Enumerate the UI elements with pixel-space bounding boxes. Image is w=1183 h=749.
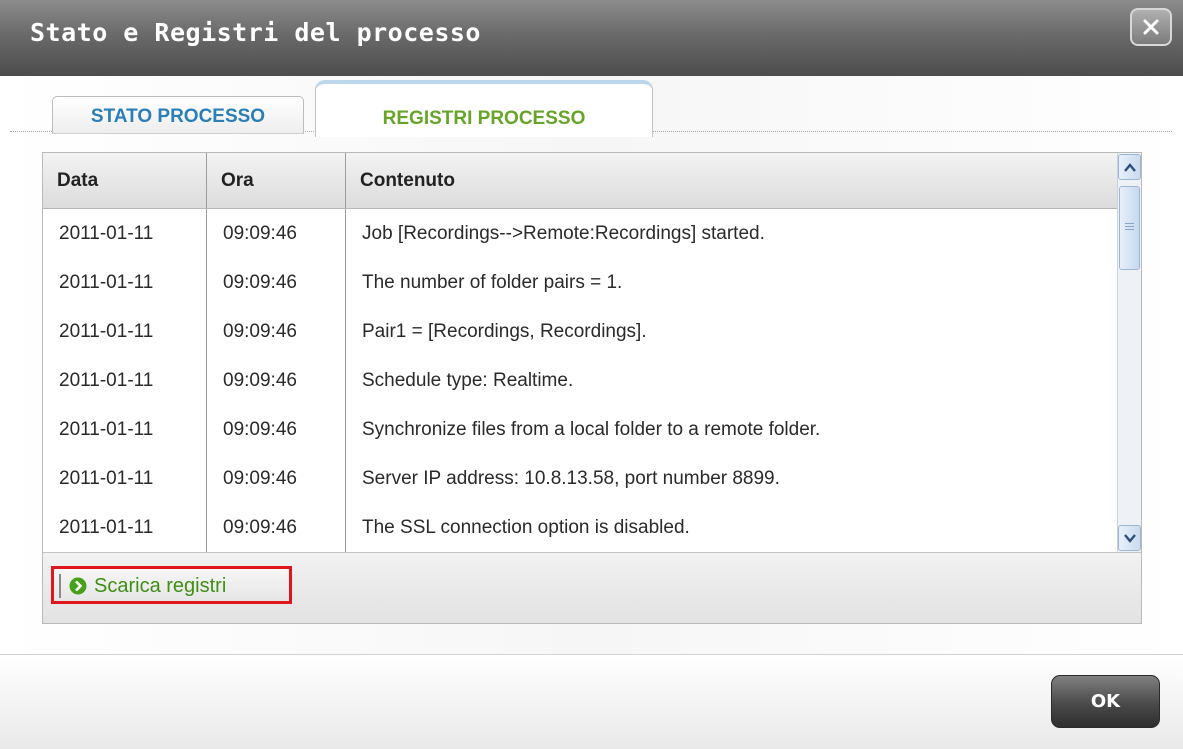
- cell-content: Server IP address: 10.8.13.58, port numb…: [345, 454, 1117, 503]
- cell-time: 09:09:46: [206, 454, 345, 503]
- title-bar: Stato e Registri del processo: [0, 0, 1183, 76]
- cell-date: 2011-01-11: [59, 223, 154, 244]
- cell-date: 2011-01-11: [59, 468, 154, 489]
- arrow-right-circle-icon: [69, 577, 87, 595]
- tab-stato-processo[interactable]: STATO PROCESSO: [52, 96, 304, 134]
- cell-time: 09:09:46: [206, 405, 345, 454]
- close-icon: [1143, 19, 1159, 35]
- download-logs-button[interactable]: Scarica registri: [51, 566, 292, 604]
- cell-time: 09:09:46: [206, 307, 345, 356]
- table-row[interactable]: 2011-01-11 09:09:46 The SSL connection o…: [43, 503, 1117, 552]
- table-row[interactable]: 2011-01-11 09:09:46 Schedule type: Realt…: [43, 356, 1117, 405]
- cell-date: 2011-01-11: [59, 321, 154, 342]
- toolbar-separator: [59, 574, 61, 598]
- vertical-scrollbar[interactable]: [1117, 153, 1141, 552]
- close-button[interactable]: [1130, 8, 1172, 46]
- cell-date: 2011-01-11: [59, 419, 154, 440]
- cell-content: Pair1 = [Recordings, Recordings].: [345, 307, 1117, 356]
- column-header-data[interactable]: Data: [43, 153, 206, 208]
- scroll-up-button[interactable]: [1118, 154, 1141, 180]
- cell-date: 2011-01-11: [59, 370, 154, 391]
- dialog-title: Stato e Registri del processo: [30, 18, 481, 47]
- download-logs-label: Scarica registri: [94, 575, 227, 597]
- table-row[interactable]: 2011-01-11 09:09:46 Job [Recordings-->Re…: [43, 209, 1117, 258]
- chevron-up-icon: [1124, 163, 1136, 172]
- cell-date: 2011-01-11: [59, 517, 154, 538]
- dialog-footer: OK: [0, 654, 1183, 749]
- table-header: Data Ora Contenuto: [43, 153, 1117, 209]
- column-header-ora[interactable]: Ora: [206, 153, 345, 208]
- cell-content: Schedule type: Realtime.: [345, 356, 1117, 405]
- column-header-contenuto[interactable]: Contenuto: [345, 153, 1117, 208]
- process-status-dialog: Stato e Registri del processo STATO PROC…: [0, 0, 1183, 749]
- table-row[interactable]: 2011-01-11 09:09:46 Synchronize files fr…: [43, 405, 1117, 454]
- grip-icon: [1125, 223, 1134, 232]
- cell-content: The number of folder pairs = 1.: [345, 258, 1117, 307]
- table-footer: Scarica registri: [43, 552, 1141, 623]
- cell-time: 09:09:46: [206, 503, 345, 552]
- scroll-thumb[interactable]: [1119, 186, 1140, 270]
- ok-button[interactable]: OK: [1051, 675, 1160, 728]
- cell-content: The SSL connection option is disabled.: [345, 503, 1117, 552]
- table-row[interactable]: 2011-01-11 09:09:46 Server IP address: 1…: [43, 454, 1117, 503]
- table-row[interactable]: 2011-01-11 09:09:46 The number of folder…: [43, 258, 1117, 307]
- cell-time: 09:09:46: [206, 209, 345, 258]
- cell-content: Job [Recordings-->Remote:Recordings] sta…: [345, 209, 1117, 258]
- scroll-down-button[interactable]: [1118, 525, 1141, 551]
- cell-date: 2011-01-11: [59, 272, 154, 293]
- tab-registri-processo[interactable]: REGISTRI PROCESSO: [315, 80, 653, 137]
- chevron-down-icon: [1124, 534, 1136, 543]
- table-body: 2011-01-11 09:09:46 Job [Recordings-->Re…: [43, 209, 1117, 552]
- table-row[interactable]: 2011-01-11 09:09:46 Pair1 = [Recordings,…: [43, 307, 1117, 356]
- cell-content: Synchronize files from a local folder to…: [345, 405, 1117, 454]
- log-table-panel: Data Ora Contenuto 2011-01-11 09:09:46 J…: [42, 152, 1142, 624]
- cell-time: 09:09:46: [206, 258, 345, 307]
- cell-time: 09:09:46: [206, 356, 345, 405]
